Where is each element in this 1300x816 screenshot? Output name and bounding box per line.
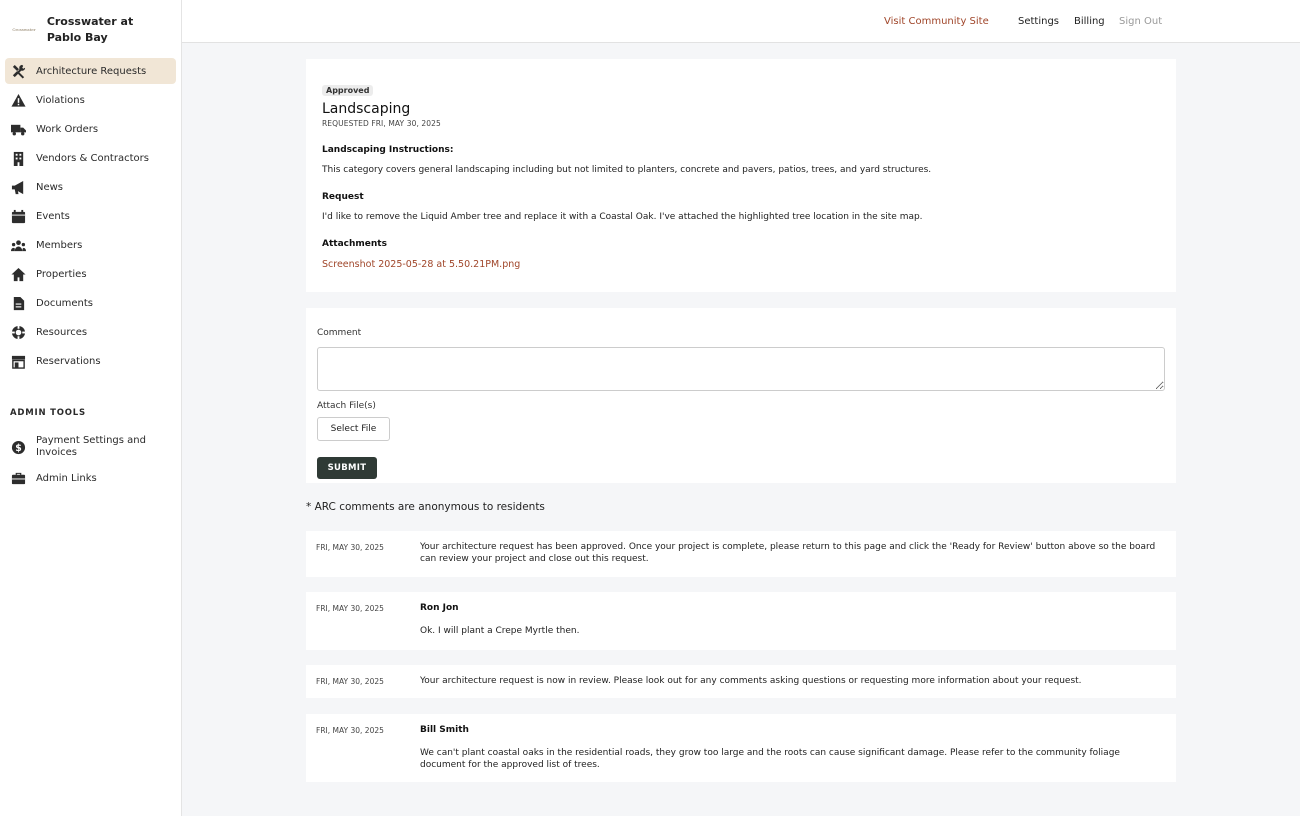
comment-item: FRI, MAY 30, 2025 Your architecture requ…: [306, 665, 1176, 698]
sidebar-item-label: Work Orders: [36, 123, 99, 135]
sidebar-item-label: Reservations: [36, 355, 101, 367]
instructions-text: This category covers general landscaping…: [322, 165, 932, 175]
sidebar-item-label: Properties: [36, 268, 87, 280]
sidebar-item-work-orders[interactable]: Work Orders: [5, 116, 176, 142]
comment-date: FRI, MAY 30, 2025: [316, 726, 384, 735]
request-text: I'd like to remove the Liquid Amber tree…: [322, 212, 923, 222]
truck-icon: [10, 121, 26, 137]
comment-input[interactable]: [317, 347, 1165, 391]
sidebar-item-news[interactable]: News: [5, 174, 176, 200]
sidebar-item-vendors[interactable]: Vendors & Contractors: [5, 145, 176, 171]
sidebar-item-label: Admin Links: [36, 472, 97, 484]
comment-date: FRI, MAY 30, 2025: [316, 604, 384, 613]
comment-text: Your architecture request is now in revi…: [420, 676, 1082, 686]
comment-date: FRI, MAY 30, 2025: [316, 543, 384, 552]
requested-date: REQUESTED FRI, MAY 30, 2025: [322, 119, 441, 128]
visit-community-site-link[interactable]: Visit Community Site: [884, 16, 989, 27]
submit-button[interactable]: SUBMIT: [317, 457, 377, 479]
attach-files-label: Attach File(s): [317, 401, 376, 411]
main-nav: Architecture Requests Violations Work Or…: [0, 58, 181, 374]
request-detail-card: Approved Landscaping REQUESTED FRI, MAY …: [306, 59, 1176, 292]
comment-form: Comment Attach File(s) Select File SUBMI…: [306, 308, 1176, 483]
comment-label: Comment: [317, 328, 362, 338]
sidebar-item-violations[interactable]: Violations: [5, 87, 176, 113]
comment-body: Ron Jon Ok. I will plant a Crepe Myrtle …: [420, 602, 1160, 640]
sidebar-item-label: Vendors & Contractors: [36, 152, 149, 164]
comment-text: Your architecture request has been appro…: [420, 542, 1156, 564]
building-icon: [10, 150, 26, 166]
request-title: Landscaping: [322, 101, 411, 117]
sidebar-item-documents[interactable]: Documents: [5, 290, 176, 316]
community-name: Crosswater at Pablo Bay: [46, 15, 134, 44]
brand[interactable]: Crosswater Crosswater at Pablo Bay: [0, 0, 181, 52]
svg-text:$: $: [15, 442, 22, 453]
admin-nav: $ Payment Settings and Invoices Admin Li…: [0, 432, 181, 491]
sidebar-item-label: Payment Settings and Invoices: [36, 435, 146, 458]
sidebar-item-events[interactable]: Events: [5, 203, 176, 229]
sidebar-item-members[interactable]: Members: [5, 232, 176, 258]
anonymous-note: * ARC comments are anonymous to resident…: [306, 501, 545, 513]
sidebar-item-properties[interactable]: Properties: [5, 261, 176, 287]
tools-icon: [10, 63, 26, 79]
sidebar: Crosswater Crosswater at Pablo Bay Archi…: [0, 0, 182, 816]
brand-logo: Crosswater: [12, 27, 36, 32]
briefcase-icon: [10, 470, 26, 486]
lifebuoy-icon: [10, 324, 26, 340]
admin-tools-heading: ADMIN TOOLS: [10, 408, 86, 418]
comment-item: FRI, MAY 30, 2025 Your architecture requ…: [306, 531, 1176, 577]
billing-link[interactable]: Billing: [1074, 16, 1105, 27]
comment-item: FRI, MAY 30, 2025 Bill Smith We can't pl…: [306, 714, 1176, 782]
comment-text: We can't plant coastal oaks in the resid…: [420, 748, 1120, 770]
attachment-link[interactable]: Screenshot 2025-05-28 at 5.50.21PM.png: [322, 259, 520, 270]
sidebar-item-label: Events: [36, 210, 70, 222]
sidebar-item-admin-links[interactable]: Admin Links: [5, 465, 176, 491]
users-icon: [10, 237, 26, 253]
settings-link[interactable]: Settings: [1018, 16, 1059, 27]
sidebar-item-reservations[interactable]: Reservations: [5, 348, 176, 374]
megaphone-icon: [10, 179, 26, 195]
instructions-heading: Landscaping Instructions:: [322, 145, 454, 155]
top-bar: Visit Community Site Settings Billing Si…: [182, 0, 1300, 43]
document-icon: [10, 295, 26, 311]
warning-icon: [10, 92, 26, 108]
comment-author: Bill Smith: [420, 725, 469, 735]
status-badge: Approved: [322, 85, 374, 96]
sidebar-item-payment-settings[interactable]: $ Payment Settings and Invoices: [5, 432, 176, 462]
calendar-icon: [10, 208, 26, 224]
comment-body: Bill Smith We can't plant coastal oaks i…: [420, 724, 1160, 772]
sidebar-item-architecture-requests[interactable]: Architecture Requests: [5, 58, 176, 84]
comment-item: FRI, MAY 30, 2025 Ron Jon Ok. I will pla…: [306, 592, 1176, 650]
attachments-heading: Attachments: [322, 239, 387, 249]
sidebar-item-label: Architecture Requests: [36, 65, 147, 77]
store-icon: [10, 353, 26, 369]
sidebar-item-label: Documents: [36, 297, 94, 309]
sidebar-item-label: Members: [36, 239, 83, 251]
request-heading: Request: [322, 192, 364, 202]
sidebar-item-label: News: [36, 181, 64, 193]
house-icon: [10, 266, 26, 282]
comment-date: FRI, MAY 30, 2025: [316, 677, 384, 686]
select-file-button[interactable]: Select File: [317, 417, 390, 441]
sidebar-item-label: Resources: [36, 326, 88, 338]
comment-author: Ron Jon: [420, 603, 459, 613]
comment-text: Ok. I will plant a Crepe Myrtle then.: [420, 626, 580, 636]
sidebar-item-label: Violations: [36, 94, 85, 106]
sidebar-item-resources[interactable]: Resources: [5, 319, 176, 345]
dollar-circle-icon: $: [10, 439, 26, 455]
sign-out-link[interactable]: Sign Out: [1119, 16, 1162, 27]
